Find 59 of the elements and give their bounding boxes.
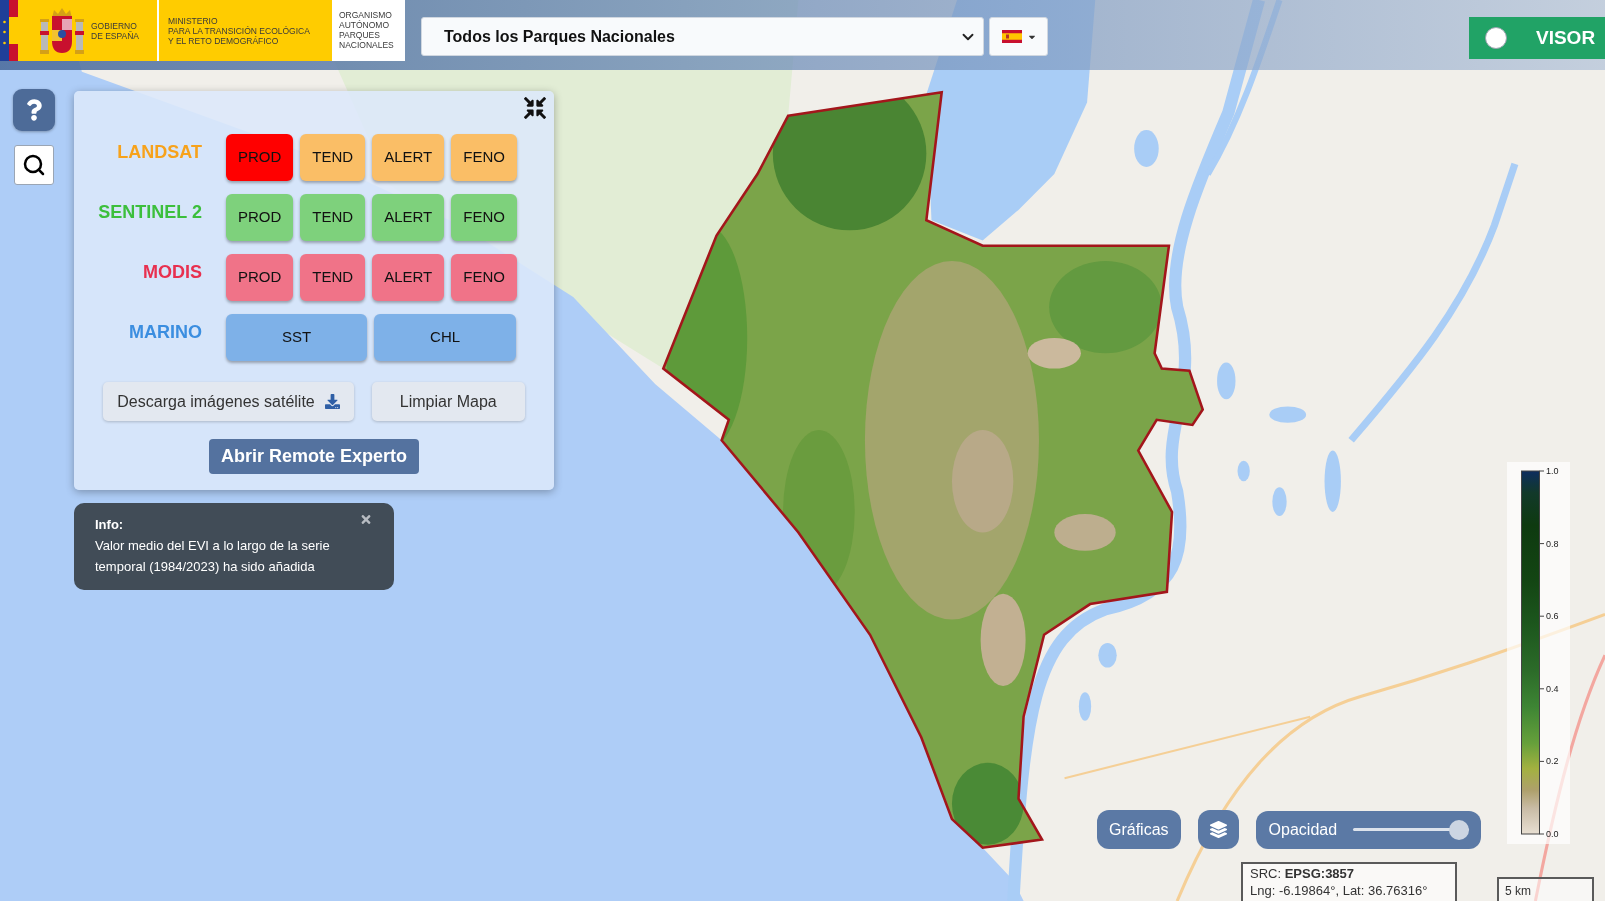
logo-text: ORGANISMO AUTÓNOMO PARQUES NACIONALES bbox=[339, 10, 395, 50]
logo-text: GOBIERNO DE ESPAÑA bbox=[91, 20, 140, 41]
legend-tick-label: 0.2 bbox=[1546, 756, 1559, 767]
lagoon bbox=[1272, 487, 1287, 517]
layers-icon bbox=[1209, 821, 1227, 838]
legend-tick-label: 0.0 bbox=[1546, 828, 1559, 839]
layer-button[interactable]: PROD bbox=[226, 194, 294, 241]
sensor-label: MODIS bbox=[142, 261, 202, 282]
question-mark-icon bbox=[26, 99, 42, 121]
layer-button[interactable]: PROD bbox=[226, 134, 294, 181]
cursor-position-text: Lng: -6.19864°, Lat: 36.76316° bbox=[1250, 882, 1428, 899]
help-button[interactable] bbox=[13, 89, 55, 131]
layer-button[interactable]: ALERT bbox=[372, 254, 445, 301]
charts-button[interactable]: Gráficas bbox=[1097, 810, 1181, 849]
sensor-label: SENTINEL 2 bbox=[97, 201, 202, 222]
action-button[interactable]: Limpiar Mapa bbox=[371, 382, 525, 421]
crs-text: SRC: EPSG:3857 bbox=[1250, 865, 1355, 882]
lagoon bbox=[1134, 130, 1159, 167]
sensor-label: LANDSAT bbox=[116, 141, 202, 162]
legend-tick-label: 0.8 bbox=[1546, 538, 1559, 549]
lagoon bbox=[1324, 450, 1341, 512]
slider-thumb[interactable] bbox=[1448, 819, 1469, 840]
lagoon bbox=[1237, 460, 1250, 482]
legend-tick-label: 0.4 bbox=[1546, 683, 1559, 694]
scale-bar: 5 km bbox=[1497, 877, 1594, 901]
lagoon bbox=[1217, 362, 1236, 400]
layer-button[interactable]: TEND bbox=[300, 194, 366, 241]
coat-of-arms-icon bbox=[40, 7, 84, 54]
lagoon bbox=[1098, 643, 1117, 668]
layer-button[interactable]: CHL bbox=[374, 314, 516, 361]
close-icon[interactable] bbox=[360, 513, 372, 526]
flag-icon bbox=[1001, 30, 1022, 43]
opacity-label: Opacidad bbox=[1268, 819, 1338, 840]
park-select[interactable]: Todos los Parques Nacionales bbox=[421, 17, 984, 56]
layer-button[interactable]: ALERT bbox=[372, 134, 445, 181]
action-button[interactable]: Descarga imágenes satélite bbox=[103, 382, 354, 421]
search-button[interactable] bbox=[14, 145, 54, 185]
logo-text: MINISTERIO PARA LA TRANSICIÓN ECOLÓGICA Y EL RETO DEMOGRÁFICO bbox=[168, 16, 311, 46]
sensor-label: MARINO bbox=[128, 321, 202, 342]
layer-button[interactable]: TEND bbox=[300, 254, 366, 301]
toast-message: Valor medio del EVI a lo largo de la serie temporal (1984/2023) ha sido añadida bbox=[95, 537, 331, 576]
legend-tick-label: 1.0 bbox=[1546, 466, 1559, 476]
legend-tick-label: 0.6 bbox=[1546, 611, 1559, 622]
layer-button[interactable]: PROD bbox=[226, 254, 294, 301]
layer-button[interactable]: ALERT bbox=[372, 194, 445, 241]
download-icon bbox=[324, 394, 340, 409]
opacity-slider[interactable] bbox=[1353, 819, 1469, 840]
layer-button[interactable]: FENO bbox=[451, 134, 517, 181]
layer-button[interactable]: SST bbox=[226, 314, 368, 361]
lagoon bbox=[1269, 406, 1307, 423]
toast-title: Info: bbox=[95, 516, 124, 534]
collapse-icon[interactable] bbox=[524, 97, 546, 119]
language-select[interactable] bbox=[989, 17, 1048, 56]
layer-button[interactable]: FENO bbox=[451, 254, 517, 301]
open-expert-button[interactable]: Abrir Remote Experto bbox=[208, 439, 419, 474]
layer-button[interactable]: TEND bbox=[300, 134, 366, 181]
search-icon bbox=[22, 153, 46, 177]
layer-button[interactable]: FENO bbox=[451, 194, 517, 241]
lagoon bbox=[1078, 692, 1092, 721]
